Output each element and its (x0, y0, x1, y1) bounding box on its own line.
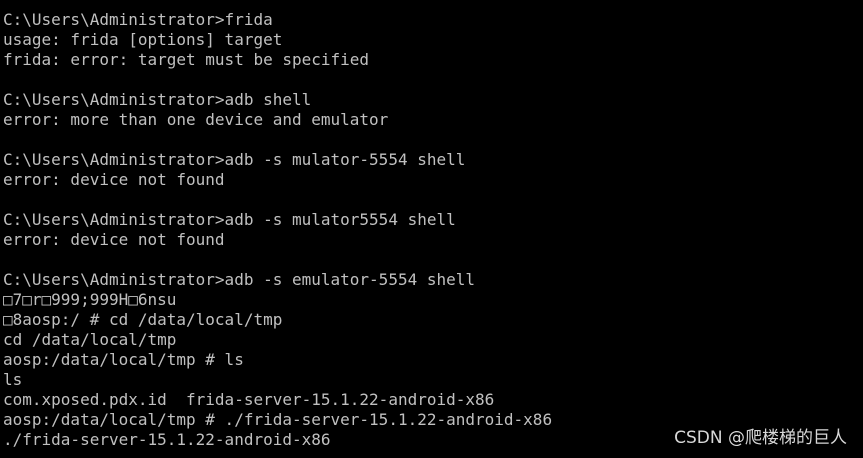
terminal-line-error-device-not-found: error: device not found (3, 230, 225, 249)
terminal-line-ls-output: com.xposed.pdx.id frida-server-15.1.22-a… (3, 390, 495, 409)
terminal-line-garbled-escape: □7□r□999;999H□6nsu (3, 290, 177, 309)
terminal-line-prompt-adb-mulator-dash: C:\Users\Administrator>adb -s mulator-55… (3, 150, 466, 169)
terminal-line-error-target: frida: error: target must be specified (3, 50, 370, 69)
terminal-line-echo-ls: ls (3, 370, 23, 389)
terminal-line-error-device-not-found: error: device not found (3, 170, 225, 189)
terminal-window[interactable]: C:\Users\Administrator>frida usage: frid… (0, 0, 863, 458)
terminal-line-shell-ls: aosp:/data/local/tmp # ls (3, 350, 244, 369)
terminal-line-prompt-adb-shell: C:\Users\Administrator>adb shell (3, 90, 312, 109)
terminal-line-shell-run-frida-server: aosp:/data/local/tmp # ./frida-server-15… (3, 410, 553, 429)
terminal-line-prompt-adb-emulator: C:\Users\Administrator>adb -s emulator-5… (3, 270, 476, 289)
terminal-line-error-multiple-devices: error: more than one device and emulator (3, 110, 389, 129)
terminal-line-prompt-frida: C:\Users\Administrator>frida (3, 10, 273, 29)
terminal-line-prompt-adb-mulator: C:\Users\Administrator>adb -s mulator555… (3, 210, 456, 229)
terminal-line-usage: usage: frida [options] target (3, 30, 283, 49)
csdn-watermark: CSDN @爬楼梯的巨人 (674, 428, 847, 448)
terminal-line-shell-cd: □8aosp:/ # cd /data/local/tmp (3, 310, 283, 329)
terminal-line-echo-cd: cd /data/local/tmp (3, 330, 177, 349)
